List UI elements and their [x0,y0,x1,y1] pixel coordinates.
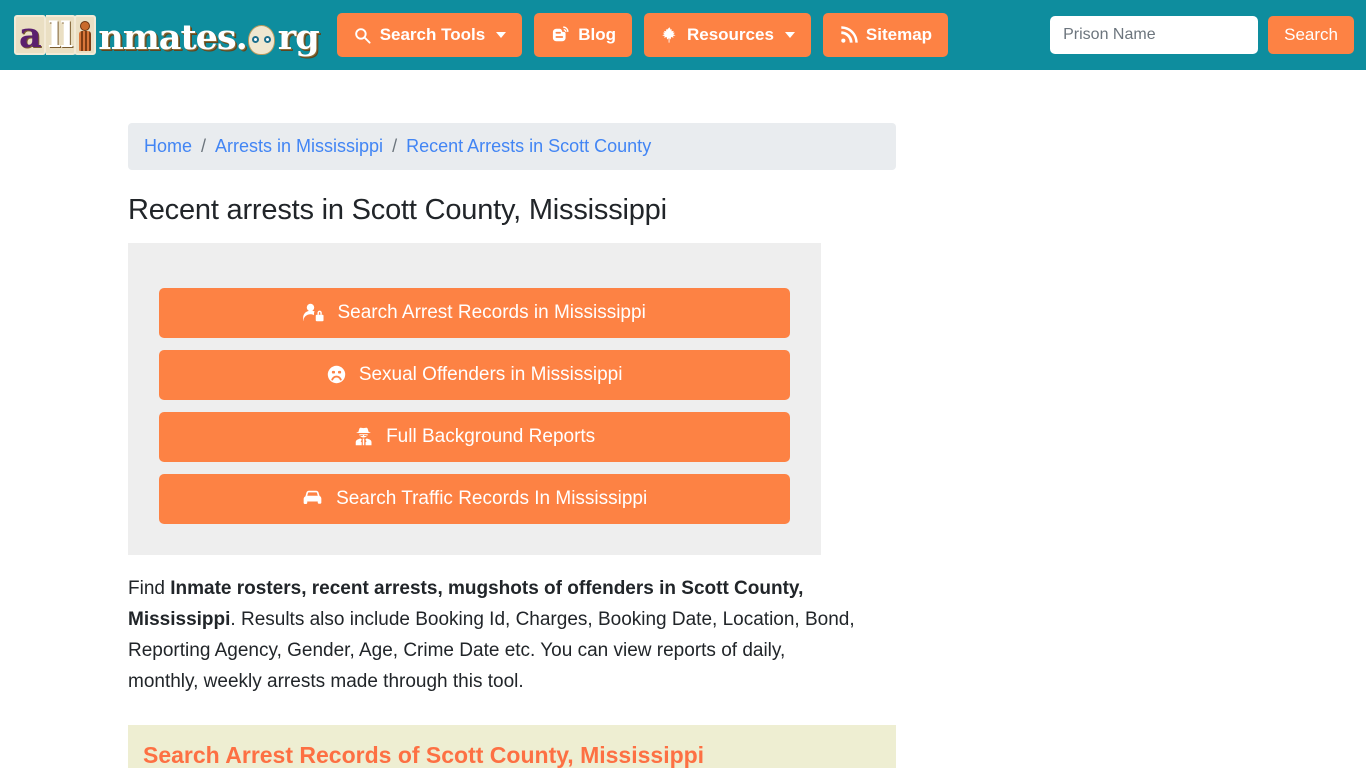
breadcrumb-item-recent-arrests-scott-county[interactable]: Recent Arrests in Scott County [406,136,651,157]
logo-text-rest: nmates. [98,17,247,58]
user-lock-icon [303,302,337,323]
logo-letter-a: a [14,15,46,55]
cta-label: Sexual Offenders in Mississippi [358,363,623,385]
blogger-icon [550,25,570,45]
breadcrumb-item-arrests-in-mississippi[interactable]: Arrests in Mississippi [215,136,383,157]
nav-item-sitemap[interactable]: Sitemap [822,13,949,57]
cta-sexual-offenders[interactable]: Sexual Offenders in Mississippi [159,350,790,400]
nav-label-resources: Resources [686,25,774,44]
content-container: Home / Arrests in Mississippi / Recent A… [0,123,896,768]
breadcrumb: Home / Arrests in Mississippi / Recent A… [128,123,896,170]
section-heading: Search Arrest Records of Scott County, M… [143,742,705,768]
cta-label: Full Background Reports [386,425,596,447]
cta-search-arrest-records[interactable]: Search Arrest Records in Mississippi [159,288,790,338]
leaf-icon [660,26,679,45]
logo-wordmark: a ll nmates. rg [14,15,320,58]
nav-item-search-tools[interactable]: Search Tools [336,13,523,57]
cta-search-traffic-records[interactable]: Search Traffic Records In Mississippi [159,474,790,524]
nav-item-resources[interactable]: Resources [643,13,811,57]
nav-label-search-tools: Search Tools [379,25,486,44]
car-icon [302,488,336,509]
site-header: a ll nmates. rg Search Tools Blog Resour… [0,0,1366,70]
user-secret-icon [354,426,386,447]
logo-letters-ll: ll [45,15,77,55]
page-title: Recent arrests in Scott County, Mississi… [128,194,667,226]
cta-full-background-reports[interactable]: Full Background Reports [159,412,790,462]
section-banner: Search Arrest Records of Scott County, M… [128,725,896,768]
intro-paragraph: Find Inmate rosters, recent arrests, mug… [128,573,858,697]
breadcrumb-item-home[interactable]: Home [144,136,192,157]
nav-label-sitemap: Sitemap [865,25,933,44]
page-body: Home / Arrests in Mississippi / Recent A… [0,123,1366,768]
nav-item-blog[interactable]: Blog [534,13,632,57]
chevron-down-icon [784,32,795,38]
breadcrumb-separator: / [201,136,207,156]
frowning-face-icon [327,364,359,385]
site-logo[interactable]: a ll nmates. rg [14,12,320,58]
header-search-form: Search [1050,16,1354,54]
intro-lead: Find [128,578,171,599]
prison-name-input[interactable] [1050,16,1259,54]
header-search-button[interactable]: Search [1268,16,1354,54]
chevron-down-icon [496,32,507,38]
logo-text-org: rg [277,17,320,58]
cta-label: Search Arrest Records in Mississippi [337,301,646,323]
rss-icon [839,25,858,45]
nav-label-blog: Blog [578,25,616,44]
search-icon [353,26,372,45]
logo-mugshot-face-icon [247,25,275,55]
logo-inmate-figure-icon [74,15,97,55]
intro-rest: . Results also include Booking Id, Charg… [128,609,855,692]
primary-nav: Search Tools Blog Resources Sitemap [336,13,949,57]
breadcrumb-separator: / [392,136,398,156]
cta-label: Search Traffic Records In Mississippi [336,487,648,509]
cta-panel: Search Arrest Records in Mississippi Sex… [128,243,821,555]
